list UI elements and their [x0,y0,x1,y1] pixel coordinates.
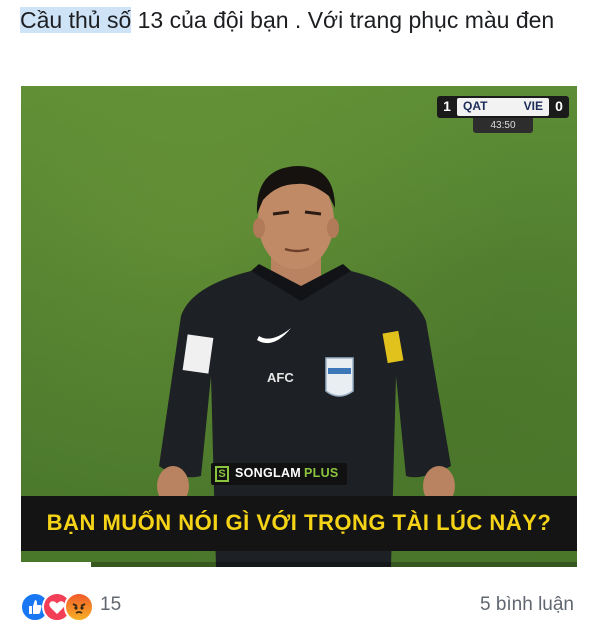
caption-bar: BẠN MUỐN NÓI GÌ VỚI TRỌNG TÀI LÚC NÀY? [21,496,577,551]
home-team: QAT [463,99,488,113]
video-player[interactable]: 1 QAT VIE 0 43:50 AFC S SONGLAM PLUS BẠN… [21,86,577,567]
left-sleeve-patch [182,334,214,374]
watermark-name: SONGLAM [235,466,301,480]
away-team: VIE [523,99,543,113]
video-progress-fill [21,562,91,567]
home-score: 1 [443,98,451,114]
afc-badge: AFC [267,370,294,385]
video-caption: BẠN MUỐN NÓI GÌ VỚI TRỌNG TÀI LÚC NÀY? [46,510,552,535]
post-text-highlight: Cầu thủ số [20,7,132,33]
referee-left-ear [253,218,265,238]
scorebug-teams: QAT VIE [457,98,549,116]
post-text-rest: 13 của đội bạn . Với trang phục màu đen [131,7,555,33]
songlam-logo-icon: S [215,466,229,482]
match-clock: 43:50 [473,118,533,133]
watermark-suffix: PLUS [304,466,339,480]
comments-count[interactable]: 5 bình luận [480,594,574,616]
video-progress-bar[interactable] [21,562,577,567]
scorebug: 1 QAT VIE 0 43:50 [437,96,569,136]
post-text: Cầu thủ số 13 của đội bạn . Với trang ph… [20,4,580,36]
reaction-count[interactable]: 15 [100,594,121,616]
songlam-plus-watermark: S SONGLAM PLUS [211,463,347,485]
post-footer: 15 5 bình luận [20,588,580,628]
away-score: 0 [555,98,563,114]
angry-icon [64,592,94,622]
referee-right-ear [327,218,339,238]
referee-badge [325,357,354,397]
referee-badge-stripe [328,368,351,374]
